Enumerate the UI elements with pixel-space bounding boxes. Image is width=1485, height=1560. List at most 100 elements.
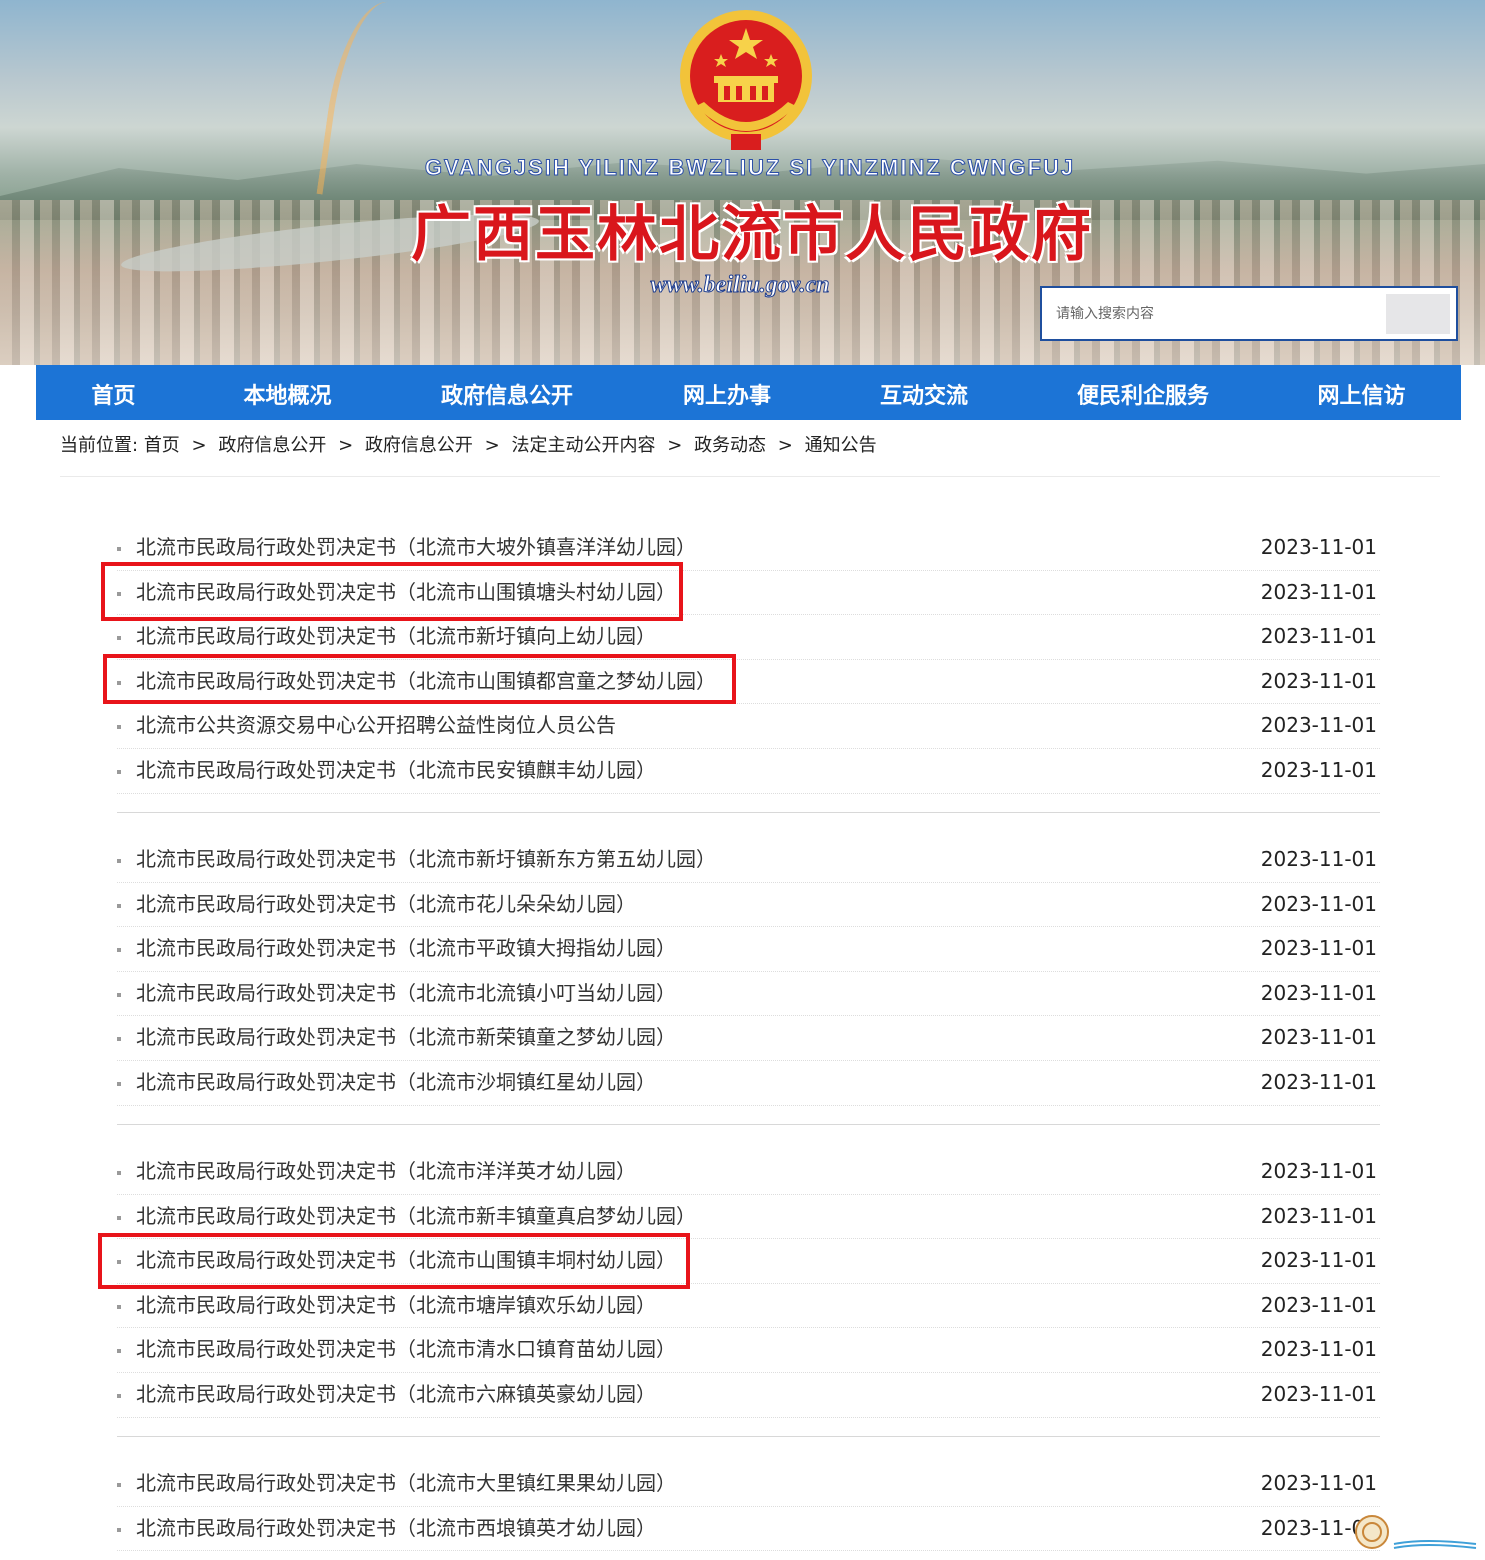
- nav-home[interactable]: 首页: [36, 365, 191, 420]
- list-item-date: 2023-11-01: [1260, 1471, 1377, 1495]
- list-item-date: 2023-11-01: [1260, 980, 1377, 1005]
- list-item-title[interactable]: 北流市民政局行政处罚决定书（北流市塘岸镇欢乐幼儿园）: [136, 1284, 656, 1328]
- bullet-icon: [117, 1304, 121, 1309]
- list-item-date: 2023-11-01: [1260, 1381, 1377, 1406]
- notice-list-group: 北流市民政局行政处罚决定书（北流市大里镇红果果幼儿园） 2023-11-01 北流…: [117, 1462, 1380, 1552]
- breadcrumb-item[interactable]: 政府信息公开: [218, 435, 326, 456]
- list-item-date: 2023-11-01: [1260, 1248, 1377, 1273]
- nav-interaction[interactable]: 互动交流: [824, 365, 1024, 420]
- breadcrumb-separator: >: [338, 435, 354, 456]
- list-item-date: 2023-11-01: [1260, 891, 1377, 916]
- zhuang-romanized-name: GVANGJSIH YILINZ BWZLIUZ SI YINZMINZ CWN…: [424, 155, 1076, 181]
- list-item-date: 2023-11-01: [1260, 713, 1377, 738]
- nav-online-services[interactable]: 网上办事: [630, 365, 824, 420]
- breadcrumb-item[interactable]: 政府信息公开: [365, 435, 473, 456]
- list-item-date: 2023-11-01: [1260, 1203, 1377, 1228]
- breadcrumb-separator: >: [777, 435, 793, 456]
- list-item-title[interactable]: 北流市民政局行政处罚决定书（北流市六麻镇英豪幼儿园）: [136, 1373, 656, 1417]
- bullet-icon: [117, 1037, 121, 1042]
- list-item-title[interactable]: 北流市民政局行政处罚决定书（北流市民安镇麒丰幼儿园）: [136, 749, 656, 793]
- nav-convenience-services[interactable]: 便民利企服务: [1024, 365, 1262, 420]
- list-item[interactable]: 北流市民政局行政处罚决定书（北流市塘岸镇欢乐幼儿园） 2023-11-01: [117, 1284, 1380, 1329]
- breadcrumb-label: 当前位置:: [60, 435, 139, 456]
- list-item[interactable]: 北流市民政局行政处罚决定书（北流市沙垌镇红星幼儿园） 2023-11-01: [117, 1061, 1380, 1106]
- list-item-title[interactable]: 北流市民政局行政处罚决定书（北流市新丰镇童真启梦幼儿园）: [136, 1195, 696, 1239]
- breadcrumb-item[interactable]: 通知公告: [805, 435, 877, 456]
- search-button[interactable]: [1386, 294, 1450, 334]
- list-item[interactable]: 北流市民政局行政处罚决定书（北流市新荣镇童之梦幼儿园） 2023-11-01: [117, 1016, 1380, 1061]
- list-item-date: 2023-11-01: [1260, 757, 1377, 782]
- bullet-icon: [117, 769, 121, 774]
- list-item[interactable]: 北流市公共资源交易中心公开招聘公益性岗位人员公告 2023-11-01: [117, 704, 1380, 749]
- national-emblem-icon: [680, 10, 812, 150]
- highlight-box: [98, 1233, 690, 1289]
- bullet-icon: [117, 1349, 121, 1354]
- list-item-date: 2023-11-01: [1260, 579, 1377, 604]
- list-item[interactable]: 北流市民政局行政处罚决定书（北流市洋洋英才幼儿园） 2023-11-01: [117, 1150, 1380, 1195]
- breadcrumb-separator: >: [484, 435, 500, 456]
- list-item-date: 2023-11-01: [1260, 1069, 1377, 1094]
- breadcrumb: 当前位置: 首页 > 政府信息公开 > 政府信息公开 > 法定主动公开内容 > …: [60, 430, 877, 462]
- list-item-date: 2023-11-01: [1260, 1159, 1377, 1183]
- bullet-icon: [117, 1393, 121, 1398]
- site-url[interactable]: www.beiliu.gov.cn: [560, 272, 920, 299]
- list-item-date: 2023-11-01: [1260, 624, 1377, 649]
- list-item-title[interactable]: 北流市民政局行政处罚决定书（北流市新圩镇向上幼儿园）: [136, 615, 656, 659]
- list-item-date: 2023-11-01: [1260, 1337, 1377, 1362]
- bullet-icon: [117, 859, 121, 863]
- list-item[interactable]: 北流市民政局行政处罚决定书（北流市新圩镇新东方第五幼儿园） 2023-11-01: [117, 838, 1380, 883]
- list-item[interactable]: 北流市民政局行政处罚决定书（北流市花儿朵朵幼儿园） 2023-11-01: [117, 883, 1380, 928]
- list-item[interactable]: 北流市民政局行政处罚决定书（北流市清水口镇育苗幼儿园） 2023-11-01: [117, 1328, 1380, 1373]
- site-title: 广西玉林北流市人民政府: [411, 200, 1093, 270]
- list-item-date: 2023-11-01: [1260, 668, 1377, 693]
- list-item-title[interactable]: 北流市民政局行政处罚决定书（北流市花儿朵朵幼儿园）: [136, 883, 636, 927]
- group-divider: [117, 812, 1380, 813]
- breadcrumb-item[interactable]: 首页: [144, 435, 180, 456]
- list-item-date: 2023-11-01: [1260, 1292, 1377, 1317]
- breadcrumb-separator: >: [191, 435, 207, 456]
- site-watermark-logo: [1355, 1515, 1477, 1549]
- group-divider: [117, 1436, 1380, 1437]
- list-item[interactable]: 北流市民政局行政处罚决定书（北流市平政镇大拇指幼儿园） 2023-11-01: [117, 927, 1380, 972]
- list-item[interactable]: 北流市民政局行政处罚决定书（北流市六麻镇英豪幼儿园） 2023-11-01: [117, 1373, 1380, 1418]
- nav-gov-info-disclosure[interactable]: 政府信息公开: [384, 365, 630, 420]
- breadcrumb-separator: >: [667, 435, 683, 456]
- list-item-title[interactable]: 北流市民政局行政处罚决定书（北流市大里镇红果果幼儿园）: [136, 1462, 676, 1506]
- nav-local-overview[interactable]: 本地概况: [191, 365, 384, 420]
- search-input[interactable]: [1048, 294, 1384, 334]
- bullet-icon: [117, 1081, 121, 1086]
- nav-online-petition[interactable]: 网上信访: [1262, 365, 1461, 420]
- list-item-title[interactable]: 北流市公共资源交易中心公开招聘公益性岗位人员公告: [136, 704, 616, 748]
- list-item-date: 2023-11-01: [1260, 1025, 1377, 1050]
- list-item-date: 2023-11-01: [1260, 535, 1377, 559]
- bullet-icon: [117, 903, 121, 908]
- highlight-box: [103, 654, 736, 704]
- breadcrumb-divider: [60, 476, 1440, 477]
- bullet-icon: [117, 948, 121, 953]
- main-nav: 首页 本地概况 政府信息公开 网上办事 互动交流 便民利企服务 网上信访: [36, 365, 1461, 420]
- breadcrumb-item[interactable]: 政务动态: [694, 435, 766, 456]
- notice-list-group: 北流市民政局行政处罚决定书（北流市新圩镇新东方第五幼儿园） 2023-11-01 …: [117, 838, 1380, 1106]
- list-item-date: 2023-11-01: [1260, 936, 1377, 961]
- list-item[interactable]: 北流市民政局行政处罚决定书（北流市大里镇红果果幼儿园） 2023-11-01: [117, 1462, 1380, 1507]
- bullet-icon: [117, 725, 121, 730]
- bullet-icon: [117, 1215, 121, 1220]
- header-banner: GVANGJSIH YILINZ BWZLIUZ SI YINZMINZ CWN…: [0, 0, 1485, 365]
- list-item-title[interactable]: 北流市民政局行政处罚决定书（北流市西埌镇英才幼儿园）: [136, 1507, 656, 1551]
- list-item[interactable]: 北流市民政局行政处罚决定书（北流市北流镇小叮当幼儿园） 2023-11-01: [117, 972, 1380, 1017]
- bullet-icon: [117, 992, 121, 997]
- breadcrumb-item[interactable]: 法定主动公开内容: [512, 435, 656, 456]
- group-divider: [117, 1124, 1380, 1125]
- list-item[interactable]: 北流市民政局行政处罚决定书（北流市西埌镇英才幼儿园） 2023-11-01: [117, 1507, 1380, 1552]
- list-item-title[interactable]: 北流市民政局行政处罚决定书（北流市新荣镇童之梦幼儿园）: [136, 1016, 676, 1060]
- list-item-title[interactable]: 北流市民政局行政处罚决定书（北流市沙垌镇红星幼儿园）: [136, 1061, 656, 1105]
- list-item-title[interactable]: 北流市民政局行政处罚决定书（北流市清水口镇育苗幼儿园）: [136, 1328, 676, 1372]
- highlight-box: [101, 562, 683, 621]
- list-item-title[interactable]: 北流市民政局行政处罚决定书（北流市平政镇大拇指幼儿园）: [136, 927, 676, 971]
- list-item-title[interactable]: 北流市民政局行政处罚决定书（北流市洋洋英才幼儿园）: [136, 1150, 636, 1194]
- bullet-icon: [117, 1483, 121, 1487]
- list-item[interactable]: 北流市民政局行政处罚决定书（北流市民安镇麒丰幼儿园） 2023-11-01: [117, 749, 1380, 794]
- list-item-title[interactable]: 北流市民政局行政处罚决定书（北流市北流镇小叮当幼儿园）: [136, 972, 676, 1016]
- list-item-date: 2023-11-01: [1260, 847, 1377, 871]
- list-item-title[interactable]: 北流市民政局行政处罚决定书（北流市新圩镇新东方第五幼儿园）: [136, 838, 716, 882]
